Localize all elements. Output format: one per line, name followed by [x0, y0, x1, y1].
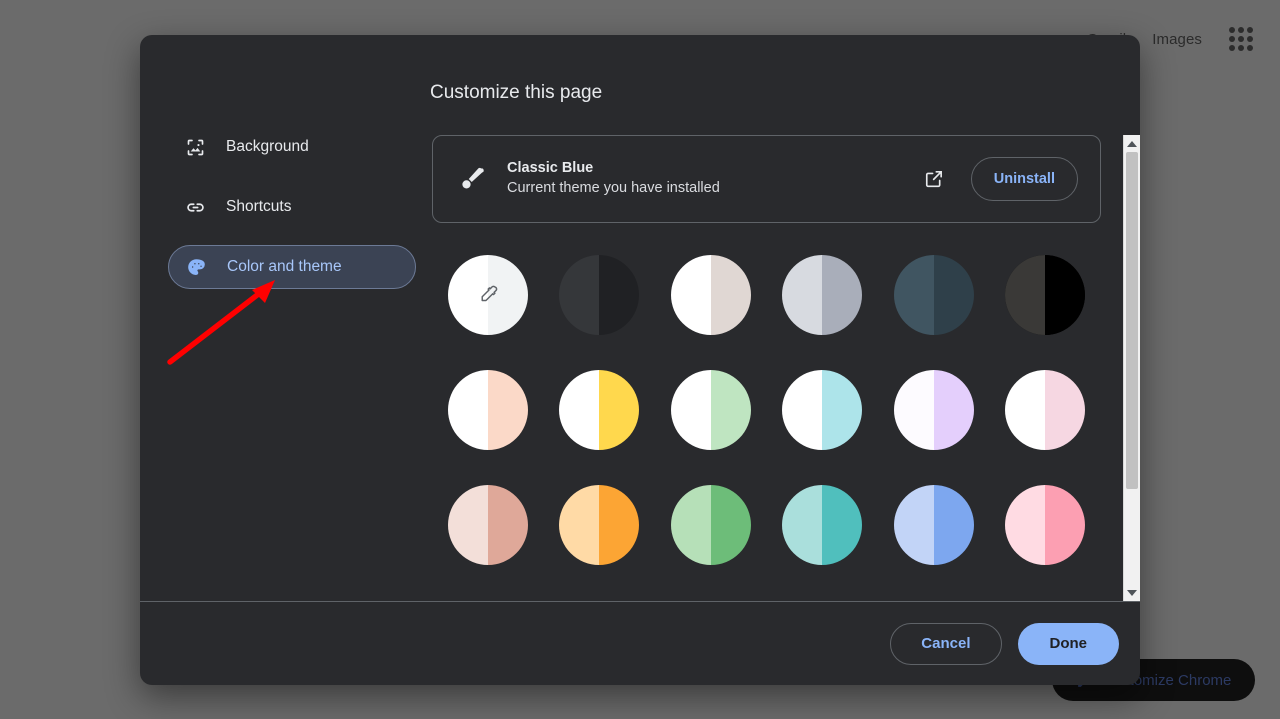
swatch-teal[interactable]: [782, 485, 863, 565]
sidebar-item-label: Shortcuts: [226, 198, 292, 215]
content-inner: Classic Blue Current theme you have inst…: [430, 135, 1123, 601]
scrollable-content: Classic Blue Current theme you have inst…: [430, 135, 1140, 601]
images-link[interactable]: Images: [1152, 31, 1202, 48]
image-icon: [184, 136, 206, 158]
swatch-half-left: [559, 255, 600, 335]
swatch-half-left: [782, 255, 823, 335]
swatch-dark-grey[interactable]: [559, 255, 640, 335]
swatch-half-right: [487, 370, 528, 450]
swatch-half-left: [893, 255, 934, 335]
theme-subtitle: Current theme you have installed: [507, 180, 720, 196]
link-icon: [184, 196, 206, 218]
dialog-footer: Cancel Done: [140, 601, 1140, 685]
swatch-light-green[interactable]: [670, 370, 751, 450]
sidebar-item-label: Color and theme: [227, 258, 342, 275]
content-scrollbar[interactable]: [1123, 135, 1140, 601]
sidebar-item-color-and-theme[interactable]: Color and theme: [168, 245, 416, 289]
swatch-half-left: [670, 255, 711, 335]
custom-color-swatch[interactable]: [447, 255, 528, 335]
swatch-half-right: [710, 255, 751, 335]
swatch-yellow[interactable]: [559, 370, 640, 450]
swatch-warm-beige[interactable]: [670, 255, 751, 335]
scrollbar-track[interactable]: [1124, 152, 1140, 584]
theme-text-block: Classic Blue Current theme you have inst…: [507, 159, 897, 198]
installed-theme-card: Classic Blue Current theme you have inst…: [432, 135, 1101, 223]
swatch-half-left: [559, 485, 600, 565]
scrollbar-thumb[interactable]: [1126, 152, 1138, 489]
swatch-light-pink[interactable]: [1005, 370, 1086, 450]
swatch-blue[interactable]: [893, 485, 974, 565]
swatch-half-left: [447, 370, 488, 450]
swatch-light-purple[interactable]: [893, 370, 974, 450]
swatch-half-left: [670, 485, 711, 565]
swatch-pink[interactable]: [1005, 485, 1086, 565]
swatch-half-right: [1045, 485, 1086, 565]
color-swatch-grid: [432, 255, 1101, 565]
swatch-rose-clay[interactable]: [447, 485, 528, 565]
palette-icon: [185, 256, 207, 278]
swatch-half-left: [1005, 255, 1046, 335]
done-button[interactable]: Done: [1017, 622, 1119, 665]
swatch-half-left: [1005, 370, 1046, 450]
sidebar-item-label: Background: [226, 138, 309, 155]
swatch-half-right: [599, 370, 640, 450]
swatch-light-peach[interactable]: [447, 370, 528, 450]
swatch-half-right: [710, 485, 751, 565]
swatch-half-right: [933, 370, 974, 450]
eyedropper-icon: [481, 285, 498, 302]
open-in-new-icon[interactable]: [917, 162, 951, 196]
paintbrush-icon: [462, 167, 484, 189]
swatch-half-right: [933, 485, 974, 565]
swatch-half-right: [933, 255, 974, 335]
swatch-green[interactable]: [670, 485, 751, 565]
scroll-up-arrow[interactable]: [1124, 135, 1140, 152]
dialog-body: Background Shortcuts Color and theme Cla…: [140, 35, 1140, 601]
swatch-half-right: [487, 485, 528, 565]
customize-page-dialog: Customize this page Background Shortcuts…: [140, 35, 1140, 685]
swatch-half-left: [559, 370, 600, 450]
theme-name: Classic Blue: [507, 160, 594, 177]
swatch-half-right: [1045, 370, 1086, 450]
scroll-down-arrow[interactable]: [1124, 584, 1140, 601]
swatch-half-left: [447, 485, 488, 565]
dialog-sidebar: Background Shortcuts Color and theme: [140, 35, 430, 601]
apps-grid-icon[interactable]: [1228, 26, 1254, 52]
swatch-half-right: [822, 370, 863, 450]
sidebar-item-shortcuts[interactable]: Shortcuts: [168, 185, 416, 229]
swatch-half-left: [782, 485, 823, 565]
swatch-half-left: [893, 370, 934, 450]
swatch-cool-grey[interactable]: [782, 255, 863, 335]
swatch-slate-blue[interactable]: [893, 255, 974, 335]
swatch-black[interactable]: [1005, 255, 1086, 335]
swatch-half-left: [670, 370, 711, 450]
swatch-half-right: [710, 370, 751, 450]
swatch-half-left: [782, 370, 823, 450]
sidebar-item-background[interactable]: Background: [168, 125, 416, 169]
swatch-half-right: [822, 485, 863, 565]
swatch-half-left: [893, 485, 934, 565]
swatch-half-right: [599, 485, 640, 565]
cancel-button[interactable]: Cancel: [890, 622, 1002, 665]
swatch-orange[interactable]: [559, 485, 640, 565]
dialog-main-panel: Classic Blue Current theme you have inst…: [430, 35, 1140, 601]
swatch-light-cyan[interactable]: [782, 370, 863, 450]
new-tab-page-background: Gmail Images Customize Chrome Customize …: [0, 0, 1280, 719]
swatch-half-left: [1005, 485, 1046, 565]
swatch-half-right: [822, 255, 863, 335]
swatch-half-right: [1045, 255, 1086, 335]
uninstall-button[interactable]: Uninstall: [970, 157, 1078, 201]
swatch-half-right: [599, 255, 640, 335]
